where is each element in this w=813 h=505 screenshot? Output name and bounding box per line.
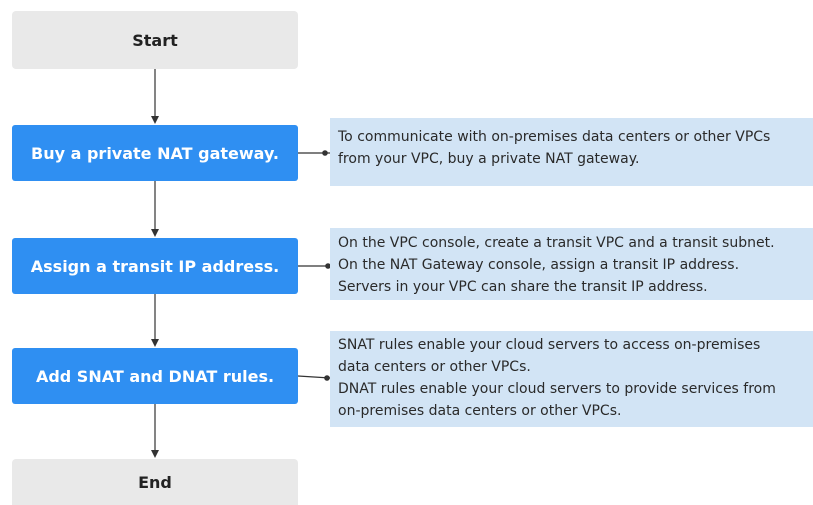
note-connector-dot-1: [322, 150, 328, 156]
step-label: Buy a private NAT gateway.: [31, 143, 279, 163]
step-add-snat-dnat-rules: Add SNAT and DNAT rules.: [12, 348, 298, 404]
note-line: SNAT rules enable your cloud servers to …: [338, 337, 761, 353]
note-line: On the NAT Gateway console, assign a tra…: [338, 257, 740, 273]
step-note-add-snat-dnat-rules: SNAT rules enable your cloud servers to …: [330, 331, 813, 427]
note-connector-3: [297, 375, 331, 379]
step-note-buy-nat-gateway: To communicate with on-premises data cen…: [330, 118, 813, 186]
start-label: Start: [132, 30, 178, 50]
note-line: from your VPC, buy a private NAT gateway…: [338, 151, 640, 167]
start-node: Start: [12, 11, 298, 69]
note-line: On the VPC console, create a transit VPC…: [338, 235, 775, 251]
note-line: To communicate with on-premises data cen…: [338, 129, 771, 145]
step-label: Assign a transit IP address.: [30, 256, 280, 276]
note-line: data centers or other VPCs.: [338, 359, 531, 375]
step-assign-transit-ip: Assign a transit IP address.: [12, 238, 298, 294]
step-note-assign-transit-ip: On the VPC console, create a transit VPC…: [330, 228, 813, 300]
note-connector-dot-3: [324, 375, 330, 381]
note-line: on-premises data centers or other VPCs.: [338, 403, 622, 419]
note-line: DNAT rules enable your cloud servers to …: [338, 381, 776, 397]
end-label: End: [138, 472, 172, 492]
end-node: End: [12, 459, 298, 505]
note-line: Servers in your VPC can share the transi…: [338, 279, 708, 295]
step-buy-nat-gateway: Buy a private NAT gateway.: [12, 125, 298, 181]
step-label: Add SNAT and DNAT rules.: [35, 366, 275, 386]
